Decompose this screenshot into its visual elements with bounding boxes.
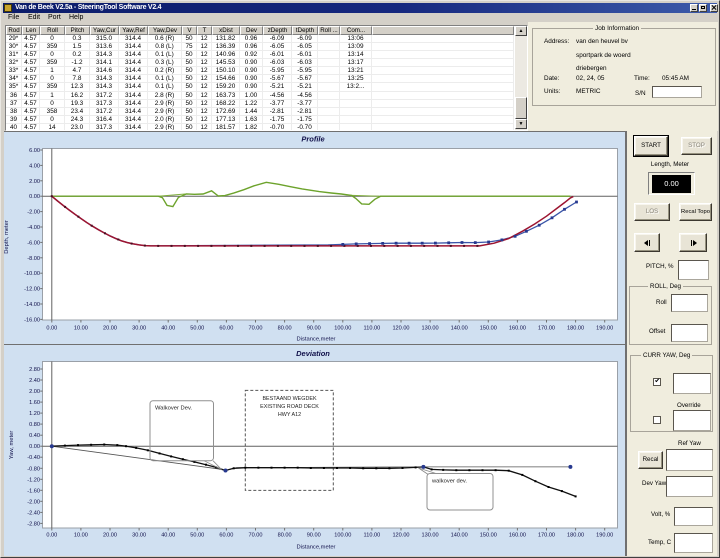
- svg-text:4.00: 4.00: [29, 163, 40, 169]
- svg-text:6.00: 6.00: [29, 148, 40, 154]
- svg-text:-1.60: -1.60: [27, 488, 40, 494]
- svg-text:0.00: 0.00: [29, 444, 40, 450]
- svg-text:100.00: 100.00: [334, 533, 351, 539]
- svg-text:1.20: 1.20: [29, 411, 40, 417]
- svg-text:60.00: 60.00: [219, 325, 233, 331]
- svg-text:2.00: 2.00: [29, 389, 40, 395]
- svg-text:2.40: 2.40: [29, 378, 40, 384]
- svg-text:0.40: 0.40: [29, 433, 40, 439]
- svg-text:30.00: 30.00: [132, 533, 146, 539]
- svg-text:0.00: 0.00: [46, 533, 57, 539]
- svg-text:Deviation: Deviation: [296, 349, 330, 358]
- svg-text:170.00: 170.00: [538, 533, 555, 539]
- svg-text:2.80: 2.80: [29, 367, 40, 373]
- svg-text:20.00: 20.00: [103, 325, 117, 331]
- svg-text:10.00: 10.00: [74, 325, 88, 331]
- svg-text:Profile: Profile: [301, 135, 324, 144]
- svg-text:170.00: 170.00: [538, 325, 555, 331]
- svg-text:140.00: 140.00: [451, 533, 468, 539]
- svg-text:60.00: 60.00: [219, 533, 233, 539]
- svg-text:190.00: 190.00: [596, 325, 613, 331]
- svg-text:40.00: 40.00: [161, 533, 175, 539]
- svg-text:120.00: 120.00: [392, 325, 409, 331]
- svg-text:130.00: 130.00: [422, 533, 439, 539]
- svg-text:walkover dev.: walkover dev.: [431, 479, 467, 485]
- svg-text:-2.00: -2.00: [27, 210, 40, 216]
- svg-text:190.00: 190.00: [596, 533, 613, 539]
- svg-text:-14.00: -14.00: [24, 302, 40, 308]
- svg-text:EXISTING ROAD DECK: EXISTING ROAD DECK: [260, 404, 319, 410]
- svg-text:30.00: 30.00: [132, 325, 146, 331]
- svg-text:Yaw, meter: Yaw, meter: [9, 431, 15, 460]
- svg-text:-4.00: -4.00: [27, 225, 40, 231]
- svg-text:150.00: 150.00: [480, 533, 497, 539]
- svg-text:130.00: 130.00: [422, 325, 439, 331]
- svg-text:150.00: 150.00: [480, 325, 497, 331]
- svg-text:40.00: 40.00: [161, 325, 175, 331]
- svg-text:0.00: 0.00: [46, 325, 57, 331]
- svg-text:20.00: 20.00: [103, 533, 117, 539]
- svg-text:Distance,meter: Distance,meter: [297, 337, 336, 343]
- svg-text:Walkover Dev.: Walkover Dev.: [155, 406, 192, 412]
- svg-text:-1.20: -1.20: [27, 477, 40, 483]
- svg-text:-8.00: -8.00: [27, 256, 40, 262]
- svg-text:160.00: 160.00: [509, 325, 526, 331]
- svg-text:HWY A12: HWY A12: [278, 412, 301, 418]
- svg-text:70.00: 70.00: [249, 533, 263, 539]
- svg-text:100.00: 100.00: [334, 325, 351, 331]
- svg-text:Distance,meter: Distance,meter: [297, 545, 336, 551]
- svg-text:80.00: 80.00: [278, 533, 292, 539]
- svg-text:50.00: 50.00: [190, 533, 204, 539]
- svg-text:110.00: 110.00: [364, 533, 381, 539]
- svg-text:2.00: 2.00: [29, 179, 40, 185]
- svg-text:80.00: 80.00: [278, 325, 292, 331]
- svg-text:10.00: 10.00: [74, 533, 88, 539]
- svg-text:50.00: 50.00: [190, 325, 204, 331]
- svg-text:-10.00: -10.00: [24, 271, 40, 277]
- svg-text:110.00: 110.00: [364, 325, 381, 331]
- svg-text:0.00: 0.00: [29, 194, 40, 200]
- svg-text:1.60: 1.60: [29, 400, 40, 406]
- svg-text:-16.00: -16.00: [24, 317, 40, 323]
- svg-text:-2.00: -2.00: [27, 499, 40, 505]
- svg-text:-12.00: -12.00: [24, 287, 40, 293]
- svg-text:-2.40: -2.40: [27, 510, 40, 516]
- svg-text:120.00: 120.00: [392, 533, 409, 539]
- svg-text:-2.80: -2.80: [27, 521, 40, 527]
- svg-text:70.00: 70.00: [249, 325, 263, 331]
- svg-text:BESTAAND WEGDEK: BESTAAND WEGDEK: [262, 396, 317, 402]
- svg-text:180.00: 180.00: [567, 533, 584, 539]
- svg-text:0.80: 0.80: [29, 422, 40, 428]
- svg-text:90.00: 90.00: [307, 325, 321, 331]
- svg-text:Depth, meter: Depth, meter: [4, 220, 10, 254]
- svg-text:-0.80: -0.80: [27, 466, 40, 472]
- svg-text:-6.00: -6.00: [27, 240, 40, 246]
- svg-text:180.00: 180.00: [567, 325, 584, 331]
- svg-text:160.00: 160.00: [509, 533, 526, 539]
- svg-text:140.00: 140.00: [451, 325, 468, 331]
- svg-text:90.00: 90.00: [307, 533, 321, 539]
- svg-text:-0.40: -0.40: [27, 455, 40, 461]
